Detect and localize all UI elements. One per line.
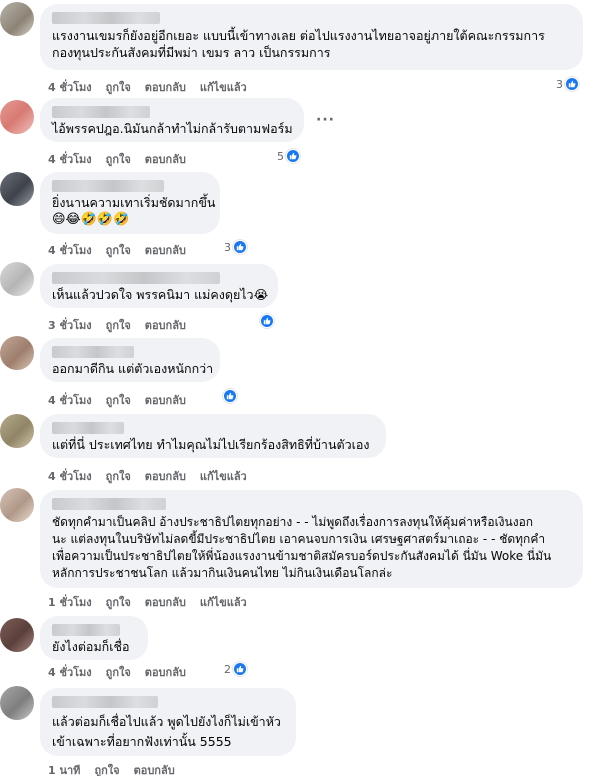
avatar[interactable] (0, 488, 34, 522)
like-button[interactable]: ถูกใจ (106, 153, 131, 166)
comment-text: แล้วต่อมก็เชื่อไปแล้ว พูดไปยังไงก็ไม่เข้… (52, 714, 281, 749)
reply-button[interactable]: ตอบกลับ (145, 596, 186, 609)
avatar[interactable] (0, 618, 34, 652)
avatar[interactable] (0, 262, 34, 296)
commenter-name[interactable] (52, 106, 150, 118)
commenter-name[interactable] (52, 272, 220, 284)
comment-time[interactable]: 1 นาที (48, 764, 80, 776)
comment-text: เห็นแล้วปวดใจ พรรคนิมา แม่คงดุยไว😭 (52, 287, 269, 302)
like-button[interactable]: ถูกใจ (106, 470, 131, 483)
reply-button[interactable]: ตอบกลับ (145, 81, 186, 94)
comment-bubble: เห็นแล้วปวดใจ พรรคนิมา แม่คงดุยไว😭 (40, 264, 278, 308)
edited-label[interactable]: แก้ไขแล้ว (200, 596, 247, 609)
comment-text: ยิ่งนานความเทาเริ่มชัดมากขึ้น (52, 195, 216, 210)
emoji-row: 😄😂🤣🤣🤣 (52, 212, 130, 227)
comment-bubble: ไอ้พรรคปฎอ.นิมันกล้าทำไม่กล้ารับตามฟอร์ม (40, 98, 304, 142)
comment-text: ยังไงต่อมก็เชื่อ (52, 639, 130, 654)
comment-actions: 1 นาที ถูกใจ ตอบกลับ (48, 761, 189, 776)
reaction-count[interactable] (221, 389, 237, 403)
commenter-name[interactable] (52, 12, 160, 24)
avatar[interactable] (0, 172, 34, 206)
avatar[interactable] (0, 336, 34, 370)
comment-actions: 4 ชั่วโมง ถูกใจ ตอบกลับ (48, 241, 200, 259)
comment-time[interactable]: 4 ชั่วโมง (48, 81, 92, 94)
comment-actions: 3 ชั่วโมง ถูกใจ ตอบกลับ (48, 316, 200, 334)
comment-actions: 4 ชั่วโมง ถูกใจ ตอบกลับ (48, 391, 200, 409)
more-options-icon[interactable]: ··· (316, 112, 335, 128)
comment-time[interactable]: 1 ชั่วโมง (48, 596, 92, 609)
like-button[interactable]: ถูกใจ (106, 666, 131, 679)
comment-actions: 4 ชั่วโมง ถูกใจ ตอบกลับ (48, 150, 200, 168)
avatar[interactable] (0, 414, 34, 448)
commenter-name[interactable] (52, 180, 164, 192)
reply-button[interactable]: ตอบกลับ (145, 470, 186, 483)
reply-button[interactable]: ตอบกลับ (145, 319, 186, 332)
reaction-count[interactable]: 3 (224, 240, 247, 254)
reaction-count[interactable]: 3 (556, 77, 579, 91)
reaction-count[interactable]: 5 (277, 149, 300, 163)
avatar[interactable] (0, 2, 34, 36)
like-icon (223, 389, 237, 403)
edited-label[interactable]: แก้ไขแล้ว (200, 81, 247, 94)
comment-time[interactable]: 4 ชั่วโมง (48, 244, 92, 257)
reply-button[interactable]: ตอบกลับ (145, 244, 186, 257)
like-icon (233, 240, 247, 254)
comment-actions: 1 ชั่วโมง ถูกใจ ตอบกลับ แก้ไขแล้ว (48, 593, 261, 611)
like-button[interactable]: ถูกใจ (106, 244, 131, 257)
comment-time[interactable]: 4 ชั่วโมง (48, 666, 92, 679)
reply-button[interactable]: ตอบกลับ (145, 666, 186, 679)
comment-bubble: แต่ที่นี่ ประเทศไทย ทำไมคุณไม่ไปเรียกร้อ… (40, 414, 386, 458)
comment-text: แรงงานเขมรก็ยังอยู่อีกเยอะ แบบนี้เข้าทาง… (52, 28, 545, 60)
comment-bubble: ชัดทุกคำมาเป็นคลิป อ้างประชาธิปไตยทุกอย่… (40, 490, 583, 588)
commenter-name[interactable] (52, 346, 134, 358)
reaction-count[interactable] (258, 314, 274, 328)
reaction-count[interactable]: 2 (224, 662, 247, 676)
commenter-name[interactable] (52, 696, 158, 708)
comment-text: ไอ้พรรคปฎอ.นิมันกล้าทำไม่กล้ารับตามฟอร์ม (52, 121, 293, 136)
comment-bubble: ออกมาดีกิน แต่ตัวเองหนักกว่า (40, 338, 220, 382)
comment-time[interactable]: 3 ชั่วโมง (48, 319, 92, 332)
reply-button[interactable]: ตอบกลับ (145, 153, 186, 166)
like-button[interactable]: ถูกใจ (106, 81, 131, 94)
commenter-name[interactable] (52, 624, 120, 636)
like-button[interactable]: ถูกใจ (106, 319, 131, 332)
comment-bubble: ยังไงต่อมก็เชื่อ (40, 616, 148, 660)
comment-time[interactable]: 4 ชั่วโมง (48, 470, 92, 483)
like-button[interactable]: ถูกใจ (106, 596, 131, 609)
comment-text: แต่ที่นี่ ประเทศไทย ทำไมคุณไม่ไปเรียกร้อ… (52, 437, 370, 452)
reply-button[interactable]: ตอบกลับ (145, 394, 186, 407)
comment-bubble: แรงงานเขมรก็ยังอยู่อีกเยอะ แบบนี้เข้าทาง… (40, 4, 583, 70)
comment-time[interactable]: 4 ชั่วโมง (48, 153, 92, 166)
like-icon (260, 314, 274, 328)
like-icon (233, 662, 247, 676)
like-icon (286, 149, 300, 163)
like-button[interactable]: ถูกใจ (94, 764, 119, 776)
commenter-name[interactable] (52, 498, 166, 510)
like-button[interactable]: ถูกใจ (106, 394, 131, 407)
avatar[interactable] (0, 686, 34, 720)
commenter-name[interactable] (52, 422, 124, 434)
like-icon (565, 77, 579, 91)
edited-label[interactable]: แก้ไขแล้ว (200, 470, 247, 483)
comment-time[interactable]: 4 ชั่วโมง (48, 394, 92, 407)
comment-text: ชัดทุกคำมาเป็นคลิป อ้างประชาธิปไตยทุกอย่… (52, 515, 552, 580)
avatar[interactable] (0, 100, 34, 134)
reply-button[interactable]: ตอบกลับ (134, 764, 175, 776)
comment-bubble: แล้วต่อมก็เชื่อไปแล้ว พูดไปยังไงก็ไม่เข้… (40, 688, 296, 756)
comment-actions: 4 ชั่วโมง ถูกใจ ตอบกลับ แก้ไขแล้ว (48, 78, 261, 96)
comment-bubble: ยิ่งนานความเทาเริ่มชัดมากขึ้น 😄😂🤣🤣🤣 (40, 172, 220, 234)
comment-actions: 4 ชั่วโมง ถูกใจ ตอบกลับ แก้ไขแล้ว (48, 467, 261, 485)
comment-actions: 4 ชั่วโมง ถูกใจ ตอบกลับ (48, 663, 200, 681)
comment-text: ออกมาดีกิน แต่ตัวเองหนักกว่า (52, 361, 214, 376)
